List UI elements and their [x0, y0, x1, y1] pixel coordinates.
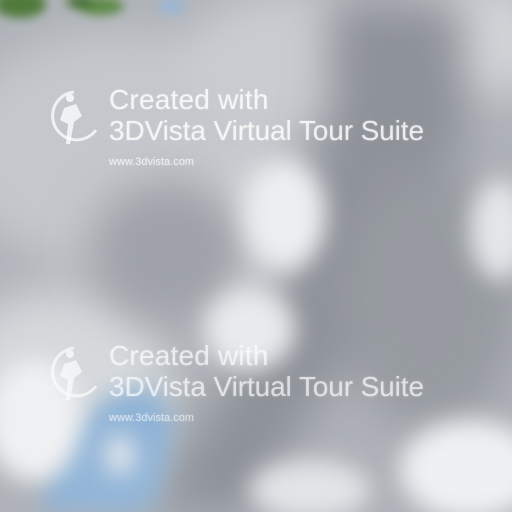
watermark-product-name: 3DVista Virtual Tour Suite	[109, 371, 424, 402]
watermark-url: www.3dvista.com	[109, 156, 194, 168]
sky-clouds-image	[0, 0, 512, 512]
watermark-3dvista-top: Created with 3DVista Virtual Tour Suite …	[46, 84, 506, 168]
watermark-created-with: Created with	[109, 84, 269, 115]
3dvista-logo-icon	[51, 90, 98, 144]
panorama-sky-view[interactable]: Created with 3DVista Virtual Tour Suite …	[0, 0, 512, 512]
watermark-3dvista-bottom: Created with 3DVista Virtual Tour Suite …	[46, 340, 506, 424]
watermark-product-name: 3DVista Virtual Tour Suite	[109, 115, 424, 146]
watermark-created-with: Created with	[109, 340, 269, 371]
watermark-url: www.3dvista.com	[109, 412, 194, 424]
3dvista-logo-icon	[51, 346, 98, 400]
